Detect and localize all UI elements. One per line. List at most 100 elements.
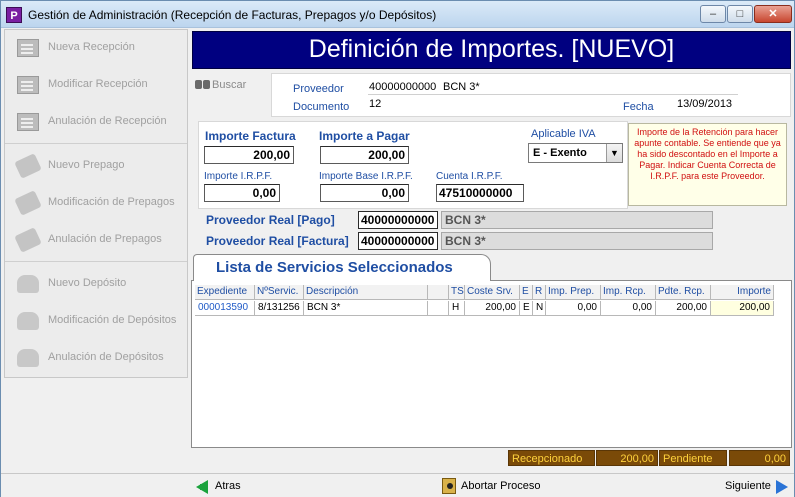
aplicable-iva-select[interactable]: E - Exento ▼ bbox=[528, 143, 623, 163]
money-edit-icon bbox=[17, 312, 39, 330]
sidebar-item-anulacion-recepcion[interactable]: Anulación de Recepción bbox=[5, 107, 187, 137]
proveedor-divider bbox=[368, 94, 738, 95]
column-header[interactable]: Coste Srv. bbox=[465, 285, 520, 300]
sidebar: Nueva Recepción Modificar Recepción Anul… bbox=[4, 29, 188, 378]
sidebar-item-anulacion-depositos[interactable]: Anulación de Depósitos bbox=[5, 343, 187, 373]
table-cell bbox=[428, 301, 449, 316]
proveedor-name: BCN 3* bbox=[443, 81, 480, 93]
importe-irpf-label: Importe I.R.P.F. bbox=[204, 171, 273, 182]
tag-cancel-icon bbox=[14, 227, 42, 253]
recepcionado-value: 200,00 bbox=[596, 450, 658, 466]
sidebar-item-nueva-recepcion[interactable]: Nueva Recepción bbox=[5, 33, 187, 63]
next-label: Siguiente bbox=[725, 480, 771, 492]
table-cell-expediente[interactable]: 000013590 bbox=[195, 301, 255, 316]
recepcionado-label: Recepcionado bbox=[508, 450, 595, 466]
aplicable-iva-label: Aplicable IVA bbox=[531, 128, 596, 140]
sidebar-item-nuevo-prepago[interactable]: Nuevo Prepago bbox=[5, 151, 187, 181]
back-button[interactable]: Atras bbox=[196, 478, 256, 496]
importe-base-irpf-input[interactable]: 0,00 bbox=[320, 184, 409, 202]
sidebar-item-label: Nuevo Depósito bbox=[48, 277, 127, 289]
sidebar-item-label: Nueva Recepción bbox=[48, 41, 135, 53]
tag-icon bbox=[14, 153, 42, 179]
cuenta-irpf-label: Cuenta I.R.P.F. bbox=[436, 171, 503, 182]
window-title: Gestión de Administración (Recepción de … bbox=[28, 8, 437, 22]
money-icon bbox=[17, 275, 39, 293]
table-cell: 200,00 bbox=[465, 301, 520, 316]
column-header[interactable]: Imp. Rcp. bbox=[601, 285, 656, 300]
importe-base-irpf-label: Importe Base I.R.P.F. bbox=[319, 171, 413, 182]
table-cell: H bbox=[449, 301, 465, 316]
money-cancel-icon bbox=[17, 349, 39, 367]
importe-factura-input[interactable]: 200,00 bbox=[204, 146, 294, 164]
column-header[interactable]: Descripción bbox=[304, 285, 428, 300]
table-cell-importe[interactable]: 200,00 bbox=[711, 301, 774, 316]
sidebar-item-anulacion-prepagos[interactable]: Anulación de Prepagos bbox=[5, 225, 187, 255]
fecha-label: Fecha bbox=[623, 101, 654, 113]
document-cancel-icon bbox=[17, 113, 39, 131]
app-icon: P bbox=[6, 7, 22, 23]
sidebar-item-modificacion-prepagos[interactable]: Modificación de Prepagos bbox=[5, 188, 187, 218]
abort-icon bbox=[442, 478, 456, 494]
table-cell: 200,00 bbox=[656, 301, 711, 316]
tab-label: Lista de Servicios Seleccionados bbox=[216, 259, 453, 276]
column-header[interactable]: Importe bbox=[711, 285, 774, 300]
arrow-right-icon bbox=[776, 480, 788, 494]
abort-label: Abortar Proceso bbox=[461, 480, 541, 492]
abort-process-button[interactable]: Abortar Proceso bbox=[442, 478, 552, 496]
importe-irpf-input[interactable]: 0,00 bbox=[204, 184, 280, 202]
sidebar-divider bbox=[5, 261, 187, 262]
table-cell: 0,00 bbox=[601, 301, 656, 316]
table-cell: 0,00 bbox=[546, 301, 601, 316]
proveedor-real-factura-name: BCN 3* bbox=[441, 232, 713, 250]
tag-edit-icon bbox=[14, 190, 42, 216]
binoculars-icon bbox=[195, 77, 211, 91]
document-list-icon bbox=[17, 39, 39, 57]
aplicable-iva-value: E - Exento bbox=[533, 147, 587, 159]
proveedor-real-factura-label: Proveedor Real [Factura] bbox=[206, 234, 349, 248]
close-button[interactable]: ✕ bbox=[754, 5, 792, 23]
proveedor-real-pago-code[interactable]: 40000000000 bbox=[358, 211, 438, 229]
sidebar-item-nuevo-deposito[interactable]: Nuevo Depósito bbox=[5, 269, 187, 299]
cuenta-irpf-input[interactable]: 47510000000 bbox=[436, 184, 524, 202]
column-header[interactable]: NºServic. bbox=[255, 285, 304, 300]
maximize-button[interactable]: □ bbox=[727, 5, 753, 23]
minimize-button[interactable]: – bbox=[700, 5, 726, 23]
importe-factura-label: Importe Factura bbox=[205, 129, 296, 143]
column-header[interactable]: Expediente bbox=[195, 285, 255, 300]
next-button[interactable]: Siguiente bbox=[721, 478, 791, 496]
back-label: Atras bbox=[215, 480, 241, 492]
sidebar-item-modificar-recepcion[interactable]: Modificar Recepción bbox=[5, 70, 187, 100]
sidebar-item-modificacion-depositos[interactable]: Modificación de Depósitos bbox=[5, 306, 187, 336]
proveedor-real-pago-label: Proveedor Real [Pago] bbox=[206, 213, 335, 227]
document-edit-icon bbox=[17, 76, 39, 94]
arrow-left-icon bbox=[196, 480, 208, 494]
table-cell: N bbox=[533, 301, 546, 316]
sidebar-item-label: Anulación de Prepagos bbox=[48, 233, 162, 245]
column-header[interactable]: TS bbox=[449, 285, 465, 300]
importe-pagar-label: Importe a Pagar bbox=[319, 129, 410, 143]
sidebar-item-label: Modificación de Prepagos bbox=[48, 196, 175, 208]
sidebar-item-label: Anulación de Depósitos bbox=[48, 351, 164, 363]
importe-pagar-input[interactable]: 200,00 bbox=[320, 146, 409, 164]
documento-value: 12 bbox=[369, 98, 382, 110]
sidebar-item-label: Modificar Recepción bbox=[48, 78, 148, 90]
sidebar-item-label: Nuevo Prepago bbox=[48, 159, 125, 171]
proveedor-code: 40000000000 bbox=[369, 81, 437, 93]
main-window: P Gestión de Administración (Recepción d… bbox=[0, 0, 795, 497]
importes-panel: Importe Factura 200,00 Importe a Pagar 2… bbox=[198, 121, 628, 209]
page-header: Definición de Importes. [NUEVO] bbox=[192, 31, 791, 69]
column-header[interactable]: E bbox=[520, 285, 533, 300]
fecha-value: 13/09/2013 bbox=[677, 98, 733, 110]
sidebar-item-label: Anulación de Recepción bbox=[48, 115, 167, 127]
column-header[interactable]: R bbox=[533, 285, 546, 300]
search-button[interactable]: Buscar bbox=[193, 75, 263, 95]
column-header[interactable] bbox=[428, 285, 449, 300]
proveedor-real-factura-code[interactable]: 40000000000 bbox=[358, 232, 438, 250]
proveedor-real-panel: Proveedor Real [Pago] 40000000000 BCN 3*… bbox=[198, 209, 718, 253]
column-header[interactable]: Pdte. Rcp. bbox=[656, 285, 711, 300]
column-header[interactable]: Imp. Prep. bbox=[546, 285, 601, 300]
title-bar: P Gestión de Administración (Recepción d… bbox=[1, 1, 794, 28]
search-label: Buscar bbox=[212, 79, 247, 91]
chevron-down-icon[interactable]: ▼ bbox=[606, 144, 622, 162]
tab-servicios-seleccionados[interactable]: Lista de Servicios Seleccionados bbox=[193, 254, 491, 281]
